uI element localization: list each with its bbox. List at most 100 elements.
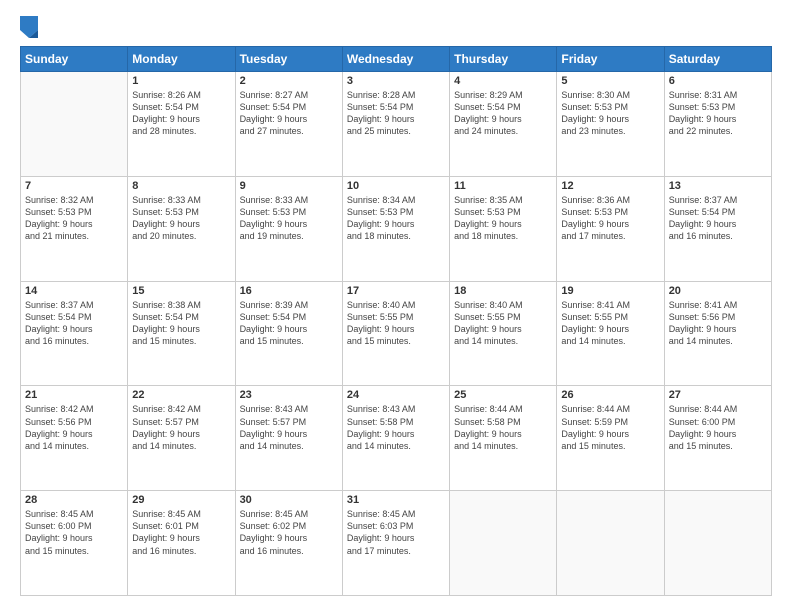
calendar-cell: 18 Sunrise: 8:40 AM Sunset: 5:55 PM Dayli… [450, 281, 557, 386]
day-info: Sunrise: 8:40 AM Sunset: 5:55 PM Dayligh… [454, 299, 552, 348]
day-info: Sunrise: 8:41 AM Sunset: 5:55 PM Dayligh… [561, 299, 659, 348]
calendar-cell: 16 Sunrise: 8:39 AM Sunset: 5:54 PM Dayli… [235, 281, 342, 386]
day-info: Sunrise: 8:36 AM Sunset: 5:53 PM Dayligh… [561, 194, 659, 243]
calendar-cell: 22 Sunrise: 8:42 AM Sunset: 5:57 PM Dayli… [128, 386, 235, 491]
day-number: 22 [132, 389, 230, 401]
day-info: Sunrise: 8:44 AM Sunset: 5:58 PM Dayligh… [454, 403, 552, 452]
day-info: Sunrise: 8:41 AM Sunset: 5:56 PM Dayligh… [669, 299, 767, 348]
calendar-cell: 6Sunrise: 8:31 AM Sunset: 5:53 PM Daylig… [664, 72, 771, 177]
day-info: Sunrise: 8:43 AM Sunset: 5:58 PM Dayligh… [347, 403, 445, 452]
calendar-table: SundayMondayTuesdayWednesdayThursdayFrid… [20, 46, 772, 596]
page: SundayMondayTuesdayWednesdayThursdayFrid… [0, 0, 792, 612]
day-number: 1 [132, 75, 230, 87]
day-info: Sunrise: 8:45 AM Sunset: 6:03 PM Dayligh… [347, 508, 445, 557]
day-number: 3 [347, 75, 445, 87]
calendar-cell: 15 Sunrise: 8:38 AM Sunset: 5:54 PM Dayli… [128, 281, 235, 386]
day-info: Sunrise: 8:27 AM Sunset: 5:54 PM Dayligh… [240, 89, 338, 138]
calendar-cell [450, 491, 557, 596]
calendar-cell: 9Sunrise: 8:33 AM Sunset: 5:53 PM Daylig… [235, 176, 342, 281]
calendar-cell: 7 Sunrise: 8:32 AM Sunset: 5:53 PM Daylig… [21, 176, 128, 281]
day-number: 31 [347, 494, 445, 506]
day-number: 26 [561, 389, 659, 401]
calendar-cell: 1 Sunrise: 8:26 AM Sunset: 5:54 PM Daylig… [128, 72, 235, 177]
day-number: 4 [454, 75, 552, 87]
calendar-cell: 12 Sunrise: 8:36 AM Sunset: 5:53 PM Dayli… [557, 176, 664, 281]
weekday-header: Tuesday [235, 47, 342, 72]
day-number: 17 [347, 285, 445, 297]
weekday-header: Monday [128, 47, 235, 72]
day-number: 25 [454, 389, 552, 401]
calendar-cell [21, 72, 128, 177]
day-number: 28 [25, 494, 123, 506]
calendar-cell: 3 Sunrise: 8:28 AM Sunset: 5:54 PM Daylig… [342, 72, 449, 177]
calendar-cell: 29Sunrise: 8:45 AM Sunset: 6:01 PM Dayli… [128, 491, 235, 596]
day-info: Sunrise: 8:30 AM Sunset: 5:53 PM Dayligh… [561, 89, 659, 138]
calendar-cell: 28 Sunrise: 8:45 AM Sunset: 6:00 PM Dayli… [21, 491, 128, 596]
calendar-cell: 2 Sunrise: 8:27 AM Sunset: 5:54 PM Daylig… [235, 72, 342, 177]
day-info: Sunrise: 8:40 AM Sunset: 5:55 PM Dayligh… [347, 299, 445, 348]
calendar-cell: 8Sunrise: 8:33 AM Sunset: 5:53 PM Daylig… [128, 176, 235, 281]
calendar-cell: 11 Sunrise: 8:35 AM Sunset: 5:53 PM Dayli… [450, 176, 557, 281]
calendar-cell: 24 Sunrise: 8:43 AM Sunset: 5:58 PM Dayli… [342, 386, 449, 491]
calendar-cell: 17 Sunrise: 8:40 AM Sunset: 5:55 PM Dayli… [342, 281, 449, 386]
day-number: 2 [240, 75, 338, 87]
day-info: Sunrise: 8:37 AM Sunset: 5:54 PM Dayligh… [25, 299, 123, 348]
calendar-cell: 26 Sunrise: 8:44 AM Sunset: 5:59 PM Dayli… [557, 386, 664, 491]
calendar-cell: 31 Sunrise: 8:45 AM Sunset: 6:03 PM Dayli… [342, 491, 449, 596]
day-info: Sunrise: 8:44 AM Sunset: 6:00 PM Dayligh… [669, 403, 767, 452]
day-info: Sunrise: 8:38 AM Sunset: 5:54 PM Dayligh… [132, 299, 230, 348]
logo [20, 16, 42, 38]
calendar-cell: 4 Sunrise: 8:29 AM Sunset: 5:54 PM Daylig… [450, 72, 557, 177]
calendar-cell: 19 Sunrise: 8:41 AM Sunset: 5:55 PM Dayli… [557, 281, 664, 386]
calendar-cell: 25 Sunrise: 8:44 AM Sunset: 5:58 PM Dayli… [450, 386, 557, 491]
day-number: 12 [561, 180, 659, 192]
day-number: 10 [347, 180, 445, 192]
day-info: Sunrise: 8:33 AM Sunset: 5:53 PM Dayligh… [240, 194, 338, 243]
day-info: Sunrise: 8:26 AM Sunset: 5:54 PM Dayligh… [132, 89, 230, 138]
day-info: Sunrise: 8:37 AM Sunset: 5:54 PM Dayligh… [669, 194, 767, 243]
logo-icon [20, 16, 38, 38]
calendar-cell: 30 Sunrise: 8:45 AM Sunset: 6:02 PM Dayli… [235, 491, 342, 596]
weekday-header: Friday [557, 47, 664, 72]
day-number: 19 [561, 285, 659, 297]
day-number: 11 [454, 180, 552, 192]
calendar-cell: 5 Sunrise: 8:30 AM Sunset: 5:53 PM Daylig… [557, 72, 664, 177]
calendar-cell [664, 491, 771, 596]
day-info: Sunrise: 8:42 AM Sunset: 5:57 PM Dayligh… [132, 403, 230, 452]
day-info: Sunrise: 8:45 AM Sunset: 6:02 PM Dayligh… [240, 508, 338, 557]
day-number: 29 [132, 494, 230, 506]
calendar-cell: 14Sunrise: 8:37 AM Sunset: 5:54 PM Dayli… [21, 281, 128, 386]
calendar-cell: 21Sunrise: 8:42 AM Sunset: 5:56 PM Dayli… [21, 386, 128, 491]
day-info: Sunrise: 8:32 AM Sunset: 5:53 PM Dayligh… [25, 194, 123, 243]
day-info: Sunrise: 8:45 AM Sunset: 6:00 PM Dayligh… [25, 508, 123, 557]
day-info: Sunrise: 8:34 AM Sunset: 5:53 PM Dayligh… [347, 194, 445, 243]
day-number: 20 [669, 285, 767, 297]
day-info: Sunrise: 8:29 AM Sunset: 5:54 PM Dayligh… [454, 89, 552, 138]
day-number: 18 [454, 285, 552, 297]
day-info: Sunrise: 8:31 AM Sunset: 5:53 PM Dayligh… [669, 89, 767, 138]
day-number: 24 [347, 389, 445, 401]
calendar-cell: 13 Sunrise: 8:37 AM Sunset: 5:54 PM Dayli… [664, 176, 771, 281]
weekday-header: Thursday [450, 47, 557, 72]
day-number: 16 [240, 285, 338, 297]
day-info: Sunrise: 8:28 AM Sunset: 5:54 PM Dayligh… [347, 89, 445, 138]
day-number: 30 [240, 494, 338, 506]
calendar-cell [557, 491, 664, 596]
day-number: 7 [25, 180, 123, 192]
day-number: 15 [132, 285, 230, 297]
day-info: Sunrise: 8:44 AM Sunset: 5:59 PM Dayligh… [561, 403, 659, 452]
weekday-header: Wednesday [342, 47, 449, 72]
day-number: 5 [561, 75, 659, 87]
day-info: Sunrise: 8:39 AM Sunset: 5:54 PM Dayligh… [240, 299, 338, 348]
day-info: Sunrise: 8:43 AM Sunset: 5:57 PM Dayligh… [240, 403, 338, 452]
day-number: 27 [669, 389, 767, 401]
calendar-cell: 23 Sunrise: 8:43 AM Sunset: 5:57 PM Dayli… [235, 386, 342, 491]
day-info: Sunrise: 8:35 AM Sunset: 5:53 PM Dayligh… [454, 194, 552, 243]
header [20, 16, 772, 38]
day-number: 13 [669, 180, 767, 192]
day-number: 21 [25, 389, 123, 401]
calendar-cell: 10 Sunrise: 8:34 AM Sunset: 5:53 PM Dayli… [342, 176, 449, 281]
day-number: 23 [240, 389, 338, 401]
day-info: Sunrise: 8:33 AM Sunset: 5:53 PM Dayligh… [132, 194, 230, 243]
calendar-cell: 27 Sunrise: 8:44 AM Sunset: 6:00 PM Dayli… [664, 386, 771, 491]
